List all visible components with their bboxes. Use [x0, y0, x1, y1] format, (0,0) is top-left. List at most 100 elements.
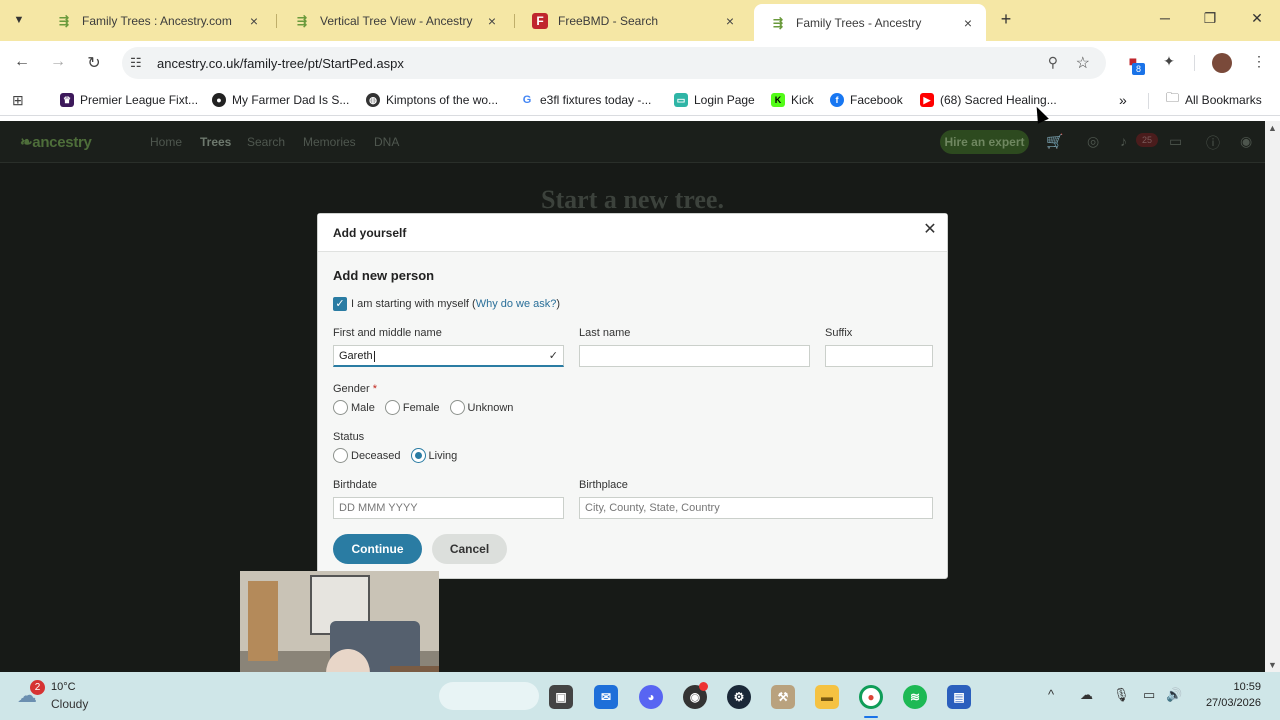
bookmark-premier-league[interactable]: ♛ Premier League Fixt... — [60, 92, 198, 108]
status-deceased-option[interactable]: Deceased — [333, 448, 401, 463]
minimize-icon[interactable]: ─ — [1155, 10, 1175, 30]
bookmark-e3fl-fixtures[interactable]: Ge3fl fixtures today -... — [520, 92, 651, 108]
game-app-icon[interactable]: ⚒ — [771, 685, 795, 709]
back-arrow-icon[interactable]: ← — [12, 53, 32, 73]
tab-family-trees-ancestry-com[interactable]: ⇶ Family Trees : Ancestry.com × — [40, 6, 272, 35]
nav-search[interactable]: Search — [247, 135, 285, 149]
browser-toolbar: ← → ↻ ☷ ancestry.co.uk/family-tree/pt/St… — [0, 41, 1280, 84]
onedrive-cloud-icon[interactable]: ☁ — [1080, 687, 1093, 703]
birthdate-input[interactable]: DD MMM YYYY — [333, 497, 564, 519]
microphone-icon[interactable]: 🎙 — [1113, 687, 1130, 703]
bookmark-star-icon[interactable]: ☆ — [1076, 53, 1090, 73]
close-tab-icon[interactable]: × — [960, 15, 976, 31]
bookmarks-bar: ⊞ ♛ Premier League Fixt... ● My Farmer Dad… — [0, 84, 1280, 116]
close-tab-icon[interactable]: × — [722, 13, 738, 29]
scroll-down-arrow-icon[interactable]: ▼ — [1268, 660, 1277, 670]
modal-close-icon[interactable]: ✕ — [921, 221, 939, 239]
url-text[interactable]: ancestry.co.uk/family-tree/pt/StartPed.a… — [157, 56, 404, 71]
bookmark-kick[interactable]: K Kick — [771, 92, 814, 108]
nav-home[interactable]: Home — [150, 135, 182, 149]
weather-description[interactable]: Cloudy — [51, 697, 88, 711]
gender-male-option[interactable]: Male — [333, 400, 375, 415]
discord-icon[interactable]: ◕ — [639, 685, 663, 709]
task-view-icon[interactable]: ▣ — [549, 685, 573, 709]
tray-overflow-chevron-icon[interactable]: ^ — [1048, 687, 1054, 702]
close-tab-icon[interactable]: × — [246, 13, 262, 29]
gender-male-radio[interactable] — [333, 400, 348, 415]
cancel-button[interactable]: Cancel — [432, 534, 507, 564]
hire-expert-button[interactable]: Hire an expert — [940, 130, 1029, 154]
weather-temperature[interactable]: 10°C — [51, 681, 76, 693]
new-tab-plus-icon[interactable]: + — [996, 10, 1016, 30]
taskbar-clock[interactable]: 10:59 — [1195, 681, 1261, 693]
birthdate-placeholder: DD MMM YYYY — [339, 502, 418, 514]
chrome-icon[interactable]: ● — [859, 685, 883, 709]
site-settings-icon[interactable]: ☷ — [130, 55, 142, 71]
first-name-value: Gareth — [339, 350, 373, 362]
gender-female-option[interactable]: Female — [384, 400, 440, 415]
text-caret — [373, 350, 375, 362]
tab-search-chevron-icon[interactable]: ▼ — [6, 8, 32, 32]
why-do-we-ask-link[interactable]: Why do we ask? — [476, 298, 557, 310]
bookmark-my-farmer-dad[interactable]: ● My Farmer Dad Is S... — [212, 92, 349, 108]
volume-speaker-icon[interactable]: 🔊 — [1166, 687, 1182, 703]
outlook-icon[interactable]: ✉ — [594, 685, 618, 709]
nav-memories[interactable]: Memories — [303, 135, 356, 149]
chrome-menu-icon[interactable]: ⋮ — [1248, 53, 1270, 73]
nav-trees[interactable]: Trees — [200, 135, 231, 149]
gender-unknown-radio[interactable] — [449, 400, 465, 415]
bookmark-facebook[interactable]: f Facebook — [830, 92, 903, 108]
tab-freebmd-search[interactable]: F FreeBMD - Search × — [516, 6, 748, 35]
starting-with-myself-checkbox[interactable]: ✓ — [333, 297, 347, 311]
more-bookmarks-chevron-icon[interactable]: » — [1119, 92, 1127, 108]
extensions-puzzle-icon[interactable]: ✦ — [1158, 53, 1180, 73]
close-tab-icon[interactable]: × — [484, 13, 500, 29]
page-scrollbar[interactable]: ▲ ▼ — [1265, 121, 1280, 672]
all-bookmarks-folder[interactable]: 🗀 All Bookmarks — [1166, 90, 1262, 108]
ancestry-logo[interactable]: ❧ancestry — [20, 133, 92, 151]
status-living-option[interactable]: Living — [410, 448, 457, 463]
bookmark-kimptons[interactable]: ◍ Kimptons of the wo... — [366, 92, 498, 108]
remote-desktop-icon[interactable]: ▤ — [947, 685, 971, 709]
profile-avatar[interactable] — [1212, 53, 1232, 73]
nav-dna[interactable]: DNA — [374, 135, 399, 149]
taskbar-search-box[interactable] — [439, 682, 539, 710]
reload-icon[interactable]: ↻ — [84, 53, 104, 73]
bookmark-login-page[interactable]: ▭ Login Page — [674, 92, 755, 108]
hints-leaf-icon[interactable]: ◎ — [1087, 133, 1099, 150]
tab-title: FreeBMD - Search — [558, 13, 659, 28]
network-monitor-icon[interactable]: ▭ — [1143, 687, 1155, 703]
taskbar-date[interactable]: 27/03/2026 — [1195, 697, 1261, 709]
apps-grid-icon[interactable]: ⊞ — [12, 92, 24, 108]
first-name-input[interactable]: Gareth ✓ — [333, 345, 564, 367]
starting-with-myself-row: ✓ I am starting with myself (Why do we a… — [333, 297, 560, 311]
file-explorer-icon[interactable]: ▬ — [815, 685, 839, 709]
gender-unknown-option[interactable]: Unknown — [449, 400, 513, 415]
webcam-door — [248, 581, 278, 661]
address-bar[interactable]: ☷ ancestry.co.uk/family-tree/pt/StartPed… — [122, 47, 1106, 79]
account-avatar-icon[interactable]: ◉ — [1240, 133, 1252, 150]
all-bookmarks-label: All Bookmarks — [1185, 93, 1262, 107]
tab-vertical-tree-view[interactable]: ⇶ Vertical Tree View - Ancestry × — [278, 6, 510, 35]
continue-button[interactable]: Continue — [333, 534, 422, 564]
status-living-radio[interactable] — [410, 448, 426, 463]
gender-female-radio[interactable] — [384, 400, 400, 415]
birthplace-input[interactable]: City, County, State, Country — [579, 497, 933, 519]
window-close-icon[interactable]: ✕ — [1247, 10, 1267, 30]
steam-icon[interactable]: ⚙ — [727, 685, 751, 709]
messages-icon[interactable]: ▭ — [1169, 133, 1182, 150]
spotify-icon[interactable]: ≋ — [903, 685, 927, 709]
zoom-magnifier-icon[interactable]: ⚲ — [1048, 54, 1058, 71]
restore-icon[interactable]: ❐ — [1200, 10, 1220, 30]
scroll-up-arrow-icon[interactable]: ▲ — [1268, 123, 1277, 133]
suffix-input[interactable] — [825, 345, 933, 367]
notifications-bell-icon[interactable]: ♪ — [1120, 133, 1127, 149]
help-icon[interactable]: ⓘ — [1206, 133, 1220, 153]
bookmark-label: e3fl fixtures today -... — [540, 93, 652, 107]
tab-family-trees-ancestry-active[interactable]: ⇶ Family Trees - Ancestry × — [754, 4, 986, 41]
chevron-down-icon[interactable]: ✓ — [549, 349, 558, 362]
last-name-input[interactable] — [579, 345, 810, 367]
status-deceased-radio[interactable] — [333, 448, 348, 463]
cart-icon[interactable]: 🛒 — [1046, 133, 1063, 150]
forward-arrow-icon[interactable]: → — [48, 53, 68, 73]
